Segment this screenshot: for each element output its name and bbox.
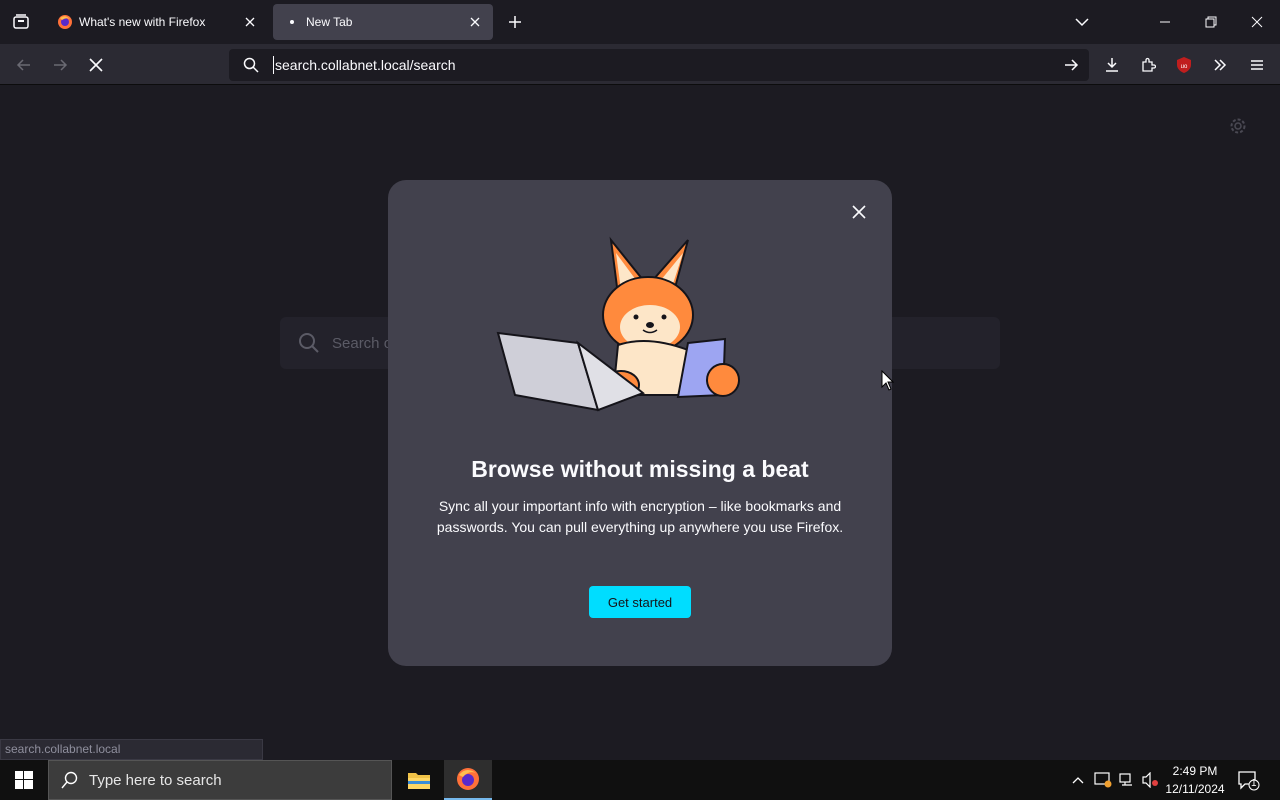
svg-text:uo: uo bbox=[1181, 64, 1188, 70]
volume-muted-icon bbox=[1142, 772, 1158, 788]
restore-button[interactable] bbox=[1188, 0, 1234, 44]
clock-time: 2:49 PM bbox=[1172, 764, 1218, 778]
show-hidden-icons-button[interactable] bbox=[1068, 770, 1088, 790]
status-bar: search.collabnet.local bbox=[0, 739, 263, 760]
arrow-left-icon bbox=[16, 59, 30, 71]
action-center-button[interactable]: 1 bbox=[1236, 768, 1260, 792]
back-button[interactable] bbox=[9, 50, 39, 80]
ublock-origin-icon: uo bbox=[1177, 57, 1191, 73]
firefox-icon bbox=[457, 768, 479, 790]
close-icon bbox=[1251, 16, 1263, 28]
firefox-icon bbox=[57, 14, 73, 30]
start-button[interactable] bbox=[0, 760, 48, 800]
gear-icon[interactable] bbox=[1229, 117, 1247, 135]
ublock-button[interactable]: uo bbox=[1169, 50, 1199, 80]
folder-icon bbox=[408, 773, 430, 789]
notification-count: 1 bbox=[1251, 778, 1257, 789]
close-icon bbox=[852, 205, 866, 219]
app-menu-button[interactable] bbox=[1242, 50, 1272, 80]
downloads-button[interactable] bbox=[1097, 50, 1127, 80]
tab-strip: What's new with Firefox New Tab bbox=[0, 0, 1280, 44]
tab-whats-new[interactable]: What's new with Firefox bbox=[46, 4, 268, 40]
close-tab-icon[interactable] bbox=[238, 10, 262, 34]
stop-button[interactable] bbox=[81, 50, 111, 80]
search-placeholder: Search o bbox=[332, 334, 393, 352]
url-input[interactable]: search.collabnet.local/search bbox=[273, 56, 1061, 74]
firefox-view-icon bbox=[13, 14, 29, 29]
stop-icon bbox=[89, 58, 103, 72]
url-bar[interactable]: search.collabnet.local/search bbox=[229, 49, 1089, 81]
minimize-icon bbox=[1160, 21, 1170, 23]
taskbar-search-placeholder: Type here to search bbox=[89, 771, 222, 789]
chevron-down-icon bbox=[1075, 18, 1089, 27]
minimize-button[interactable] bbox=[1142, 0, 1188, 44]
mouse-cursor-icon bbox=[881, 370, 895, 391]
tab-new-tab[interactable]: New Tab bbox=[273, 4, 493, 40]
nav-bar: search.collabnet.local/search uo bbox=[0, 44, 1280, 85]
extensions-button[interactable] bbox=[1133, 50, 1163, 80]
search-icon bbox=[243, 57, 259, 73]
taskbar-search[interactable]: Type here to search bbox=[48, 760, 392, 800]
hamburger-menu-icon bbox=[1251, 60, 1263, 70]
plus-icon bbox=[509, 16, 521, 28]
dialog-close-button[interactable] bbox=[847, 200, 871, 224]
windows-taskbar: Type here to search 2:49 PM 12/11/2024 1 bbox=[0, 760, 1280, 800]
tray-app-button[interactable] bbox=[1093, 770, 1113, 790]
download-icon bbox=[1106, 58, 1118, 72]
firefox-taskbar-button[interactable] bbox=[444, 760, 492, 800]
puzzle-icon bbox=[1142, 57, 1156, 72]
clock-date: 12/11/2024 bbox=[1165, 782, 1225, 796]
new-tab-button[interactable] bbox=[503, 10, 527, 34]
network-button[interactable] bbox=[1117, 770, 1137, 790]
page-content: Search o Browse without missing a beat S… bbox=[0, 85, 1280, 760]
file-explorer-taskbar-button[interactable] bbox=[395, 760, 443, 800]
search-icon bbox=[299, 333, 319, 353]
taskbar-clock[interactable]: 2:49 PM 12/11/2024 bbox=[1160, 762, 1230, 798]
loading-dot-icon bbox=[284, 14, 300, 30]
display-warning-icon bbox=[1094, 772, 1112, 788]
tab-title: What's new with Firefox bbox=[79, 15, 206, 29]
dialog-title: Browse without missing a beat bbox=[471, 456, 809, 482]
get-started-button[interactable]: Get started bbox=[589, 586, 691, 618]
arrow-right-icon bbox=[1065, 59, 1079, 71]
arrow-right-icon bbox=[54, 59, 68, 71]
onboarding-dialog: Browse without missing a beat Sync all y… bbox=[388, 180, 892, 666]
fox-illustration bbox=[496, 236, 740, 412]
firefox-view-button[interactable] bbox=[0, 0, 42, 44]
close-tab-icon[interactable] bbox=[463, 10, 487, 34]
chevron-double-right-icon bbox=[1214, 59, 1227, 71]
chevron-up-icon bbox=[1072, 777, 1084, 784]
tab-title: New Tab bbox=[306, 15, 353, 29]
dialog-description: Sync all your important info with encryp… bbox=[436, 498, 844, 535]
forward-button[interactable] bbox=[45, 50, 75, 80]
close-window-button[interactable] bbox=[1234, 0, 1280, 44]
go-button[interactable] bbox=[1061, 55, 1081, 75]
windows-logo-icon bbox=[15, 771, 33, 789]
volume-button[interactable] bbox=[1141, 770, 1161, 790]
restore-icon bbox=[1205, 16, 1217, 28]
more-tools-button[interactable] bbox=[1205, 50, 1235, 80]
network-icon bbox=[1119, 773, 1132, 786]
search-icon bbox=[61, 771, 78, 789]
list-all-tabs-button[interactable] bbox=[1070, 10, 1094, 34]
